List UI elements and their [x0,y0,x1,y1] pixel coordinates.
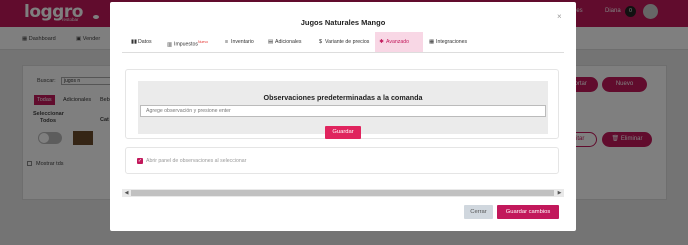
scroll-right-icon[interactable]: ▶ [555,189,564,197]
tab-impuestos[interactable]: ▥ ImpuestosNuevo [163,32,212,52]
open-panel-section: ✓ Abrir panel de observaciones al selecc… [125,147,559,174]
modal-title: Jugos Naturales Mango [300,18,386,27]
horizontal-scrollbar[interactable]: ◀ ▶ [122,189,564,197]
tax-icon: ▥ [167,41,173,48]
close-icon[interactable]: × [557,12,562,21]
tab-label: Datos [138,39,152,45]
tab-datos[interactable]: ▮▮Datos [127,32,156,52]
tab-label: Impuestos [174,41,198,48]
modal-tabs: ▮▮Datos ▥ ImpuestosNuevo ≡ Inventario ▤ Adi… [122,32,564,53]
list-icon: ≡ [224,39,229,45]
new-badge: Nuevo [197,40,209,44]
observations-title: Observaciones predeterminadas a la coman… [263,93,423,102]
tab-label: Adicionales [275,39,302,45]
tab-adicionales[interactable]: ▤ Adicionales [264,32,306,52]
tab-label: Avanzado [386,39,409,45]
tab-variante-precios[interactable]: $ Variante de precios [314,32,373,52]
dollar-icon: $ [318,39,323,45]
product-modal: Jugos Naturales Mango × ▮▮Datos ▥ Impuest… [110,2,576,231]
datos-icon: ▮▮ [131,39,138,45]
tab-label: Inventario [231,39,254,45]
gear-icon: ✱ [379,39,384,45]
open-panel-checkbox[interactable]: ✓ [137,158,143,164]
save-observation-button[interactable]: Guardar [325,126,361,139]
observation-input[interactable]: Agrege observación y presione enter [140,105,546,117]
observations-panel: Observaciones predeterminadas a la coman… [125,69,559,139]
scrollbar-thumb[interactable] [131,190,554,196]
tab-integraciones[interactable]: ▦ Integraciones [425,32,471,52]
open-panel-label: Abrir panel de observaciones al seleccio… [146,158,247,164]
tab-avanzado[interactable]: ✱ Avanzado [375,32,423,52]
addons-icon: ▤ [268,39,274,45]
close-button[interactable]: Cerrar [464,205,493,219]
tab-label: Integraciones [436,39,468,45]
tab-inventario[interactable]: ≡ Inventario [220,32,258,52]
grid-icon: ▦ [429,39,435,45]
scroll-left-icon[interactable]: ◀ [122,189,131,197]
observations-box: Observaciones predeterminadas a la coman… [138,81,548,139]
save-changes-button[interactable]: Guardar cambios [497,205,559,219]
tab-label: Variante de precios [325,39,370,45]
